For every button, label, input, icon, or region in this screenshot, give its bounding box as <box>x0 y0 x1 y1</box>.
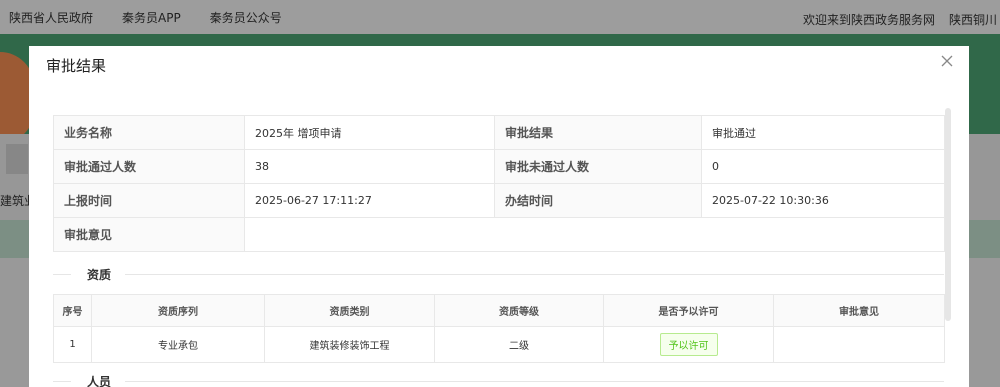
header-no: 序号 <box>53 294 92 327</box>
qualification-section-header: 资质 <box>53 266 944 282</box>
business-name-value: 2025年 增项申请 <box>244 115 495 150</box>
table-header-row: 序号 资质序列 资质类别 资质等级 是否予以许可 审批意见 <box>53 294 945 327</box>
rejected-count-value: 0 <box>701 149 945 184</box>
finish-time-label: 办结时间 <box>494 183 702 218</box>
cell-opinion <box>773 326 945 363</box>
table-row: 审批意见 <box>53 217 945 252</box>
modal-title: 审批结果 <box>46 57 107 75</box>
personnel-section-header: 人员 <box>53 373 944 387</box>
approval-info-table: 业务名称 2025年 增项申请 审批结果 审批通过 审批通过人数 38 审批未通… <box>53 115 945 252</box>
table-row: 1 专业承包 建筑装修装饰工程 二级 予以许可 <box>53 326 945 363</box>
finish-time-value: 2025-07-22 10:30:36 <box>701 183 945 218</box>
cell-no: 1 <box>53 326 92 363</box>
report-time-label: 上报时间 <box>53 183 245 218</box>
table-row: 业务名称 2025年 增项申请 审批结果 审批通过 <box>53 115 945 150</box>
close-icon[interactable] <box>941 55 953 67</box>
divider <box>125 381 944 382</box>
divider <box>53 274 71 275</box>
qualification-table: 序号 资质序列 资质类别 资质等级 是否予以许可 审批意见 1 专业承包 建筑装… <box>53 294 945 363</box>
report-time-value: 2025-06-27 17:11:27 <box>244 183 495 218</box>
permitted-status-badge: 予以许可 <box>659 333 718 356</box>
personnel-section-title: 人员 <box>87 375 112 387</box>
approved-count-label: 审批通过人数 <box>53 149 245 184</box>
result-value: 审批通过 <box>701 115 945 150</box>
header-series: 资质序列 <box>91 294 265 327</box>
divider <box>125 274 944 275</box>
header-permitted: 是否予以许可 <box>603 294 774 327</box>
business-name-label: 业务名称 <box>53 115 245 150</box>
approved-count-value: 38 <box>244 149 495 184</box>
cell-series: 专业承包 <box>91 326 265 363</box>
table-row: 审批通过人数 38 审批未通过人数 0 <box>53 149 945 184</box>
scrollbar[interactable] <box>945 108 951 321</box>
approval-result-modal: 审批结果 业务名称 2025年 增项申请 审批结果 审批通过 审批通过人数 38… <box>29 46 969 387</box>
header-opinion: 审批意见 <box>773 294 945 327</box>
header-category: 资质类别 <box>264 294 435 327</box>
opinion-value <box>244 217 945 252</box>
opinion-label: 审批意见 <box>53 217 245 252</box>
result-label: 审批结果 <box>494 115 702 150</box>
header-level: 资质等级 <box>434 294 604 327</box>
qualification-section-title: 资质 <box>87 268 112 282</box>
cell-category: 建筑装修装饰工程 <box>264 326 435 363</box>
cell-level: 二级 <box>434 326 604 363</box>
rejected-count-label: 审批未通过人数 <box>494 149 702 184</box>
table-row: 上报时间 2025-06-27 17:11:27 办结时间 2025-07-22… <box>53 183 945 218</box>
divider <box>53 381 71 382</box>
cell-permitted: 予以许可 <box>603 326 774 363</box>
